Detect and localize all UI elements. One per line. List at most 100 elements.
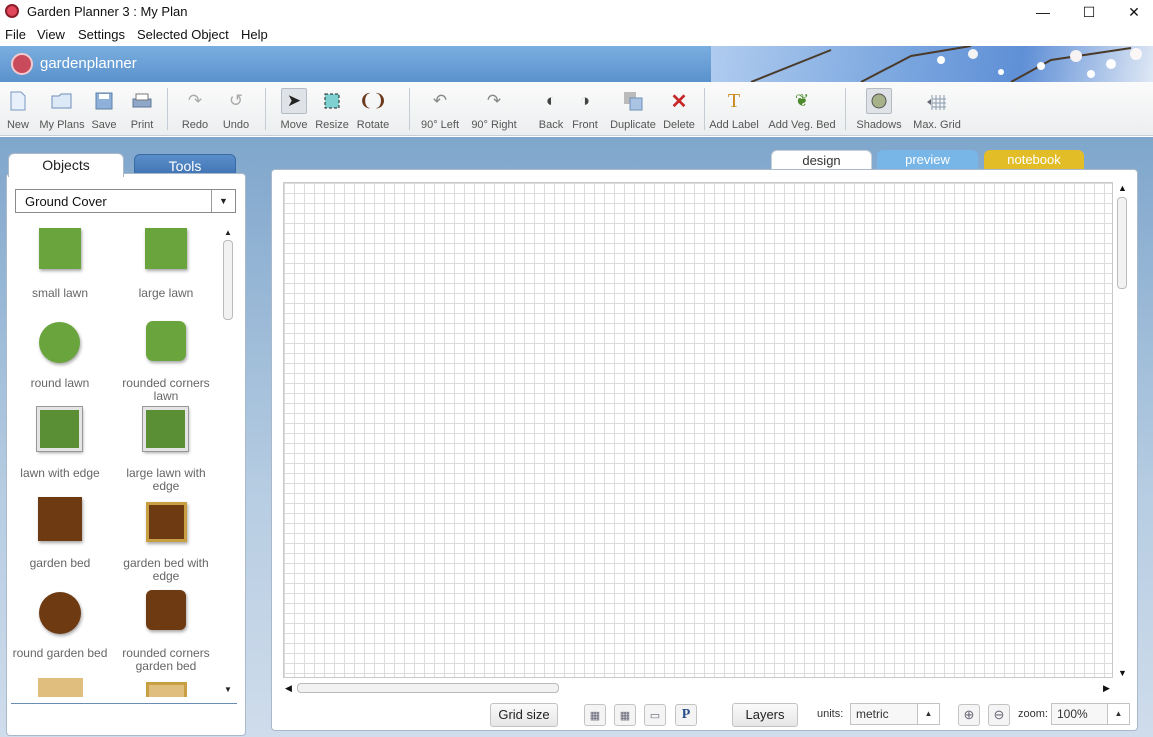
small-lawn-thumbnail — [39, 228, 81, 269]
units-select[interactable]: metric ▲ — [850, 703, 940, 725]
delete-button[interactable]: ✕ Delete — [661, 82, 697, 136]
tab-design[interactable]: design — [771, 150, 872, 170]
grid-size-button[interactable]: Grid size — [490, 703, 558, 727]
object-label: rounded corners lawn — [122, 376, 210, 403]
my-plans-label: My Plans — [39, 119, 85, 131]
canvas-horizontal-scrollbar[interactable]: ◀ ▶ — [285, 682, 1113, 694]
category-select[interactable]: Ground Cover ▼ — [15, 189, 236, 213]
scroll-left-icon[interactable]: ◀ — [285, 683, 292, 694]
object-label: large lawn — [138, 286, 194, 300]
horizontal-scroll-thumb[interactable] — [297, 683, 559, 693]
delete-label: Delete — [663, 119, 695, 131]
shadows-toggle[interactable]: Shadows — [853, 82, 905, 136]
redo-button[interactable]: ↷ Redo — [178, 82, 212, 136]
rotate-90-right-button[interactable]: ↷ 90° Right — [470, 82, 518, 136]
menu-view[interactable]: View — [37, 27, 65, 42]
move-label: Move — [280, 119, 308, 131]
scroll-thumb[interactable] — [223, 240, 233, 320]
units-label: units: — [817, 708, 844, 720]
my-plans-button[interactable]: My Plans — [37, 82, 87, 136]
tab-objects[interactable]: Objects — [8, 153, 124, 177]
object-list-scrollbar[interactable]: ▲ ▼ — [221, 228, 235, 698]
minimize-button[interactable]: — — [1020, 0, 1066, 24]
scroll-up-icon[interactable]: ▲ — [221, 228, 235, 240]
menu-selected-object[interactable]: Selected Object — [137, 27, 229, 42]
menu-settings[interactable]: Settings — [78, 27, 125, 42]
vertical-scroll-thumb[interactable] — [1117, 197, 1127, 289]
zoom-in-icon[interactable]: ⊕ — [958, 704, 980, 726]
add-veg-bed-label: Add Veg. Bed — [768, 119, 836, 131]
p-toggle-icon[interactable]: P — [675, 704, 697, 726]
object-partial-item[interactable] — [10, 674, 110, 697]
object-rounded-corners-garden-bed[interactable]: rounded corners garden bed — [116, 584, 216, 673]
tab-notebook[interactable]: notebook — [984, 150, 1084, 170]
resize-tool-button[interactable]: Resize — [314, 82, 350, 136]
maximize-button[interactable]: ☐ — [1066, 0, 1112, 24]
blossom-header-image — [711, 46, 1153, 82]
layers-button[interactable]: Layers — [732, 703, 798, 727]
object-partial-item[interactable] — [116, 674, 216, 697]
zoom-dropdown-arrow-icon[interactable]: ▲ — [1107, 704, 1129, 724]
object-label: large lawn with edge — [126, 466, 206, 493]
round-lawn-thumbnail — [39, 322, 80, 363]
brand-bar: gardenplanner — [0, 46, 1153, 82]
scroll-right-icon[interactable]: ▶ — [1103, 683, 1110, 694]
new-document-icon — [7, 90, 29, 112]
dropdown-arrow-icon[interactable]: ▼ — [211, 190, 235, 212]
menu-help[interactable]: Help — [241, 27, 268, 42]
object-small-lawn[interactable]: small lawn — [10, 222, 110, 302]
save-label: Save — [91, 119, 117, 131]
object-garden-bed-with-edge[interactable]: garden bed with edge — [116, 494, 216, 583]
max-grid-button[interactable]: Max. Grid — [911, 82, 963, 136]
close-button[interactable]: ✕ — [1111, 0, 1153, 24]
new-button[interactable]: New — [2, 82, 34, 136]
object-lawn-with-edge[interactable]: lawn with edge — [10, 404, 110, 492]
scroll-down-icon[interactable]: ▼ — [221, 685, 235, 697]
object-round-lawn[interactable]: round lawn — [10, 314, 110, 402]
rotate-90-right-label: 90° Right — [471, 119, 517, 131]
move-tool-button[interactable]: ➤ Move — [278, 82, 310, 136]
canvas-vertical-scrollbar[interactable]: ▲ ▼ — [1116, 183, 1128, 680]
object-round-garden-bed[interactable]: round garden bed — [10, 584, 110, 672]
add-label-label: Add Label — [709, 119, 759, 131]
show-grid-icon[interactable]: ▦ — [614, 704, 636, 726]
duplicate-label: Duplicate — [610, 119, 656, 131]
snap-to-grid-icon[interactable]: ▦ — [584, 704, 606, 726]
category-value: Ground Cover — [25, 194, 107, 209]
object-large-lawn-with-edge[interactable]: large lawn with edge — [116, 404, 216, 493]
vegetable-bed-icon: ❦ — [794, 91, 810, 110]
bring-front-button[interactable]: ◑ Front — [570, 82, 600, 136]
window-title: Garden Planner 3 : My Plan — [27, 4, 188, 19]
save-button[interactable]: Save — [89, 82, 119, 136]
print-button[interactable]: Print — [126, 82, 158, 136]
zoom-select[interactable]: 100% ▲ — [1051, 703, 1130, 725]
rotate-90-left-label: 90° Left — [420, 119, 460, 131]
zoom-label: zoom: — [1018, 708, 1048, 720]
lawn-with-edge-thumbnail — [36, 406, 83, 452]
object-rounded-corners-lawn[interactable]: rounded corners lawn — [116, 314, 216, 403]
panel-divider — [11, 703, 237, 704]
scroll-down-icon[interactable]: ▼ — [1118, 668, 1127, 678]
undo-button[interactable]: ↺ Undo — [219, 82, 253, 136]
object-label: lawn with edge — [20, 466, 100, 480]
add-label-button[interactable]: T Add Label — [707, 82, 761, 136]
send-back-button[interactable]: ◐ Back — [536, 82, 566, 136]
zoom-value: 100% — [1057, 707, 1088, 721]
rotate-tool-button[interactable]: ❨❩ Rotate — [355, 82, 391, 136]
zoom-out-icon[interactable]: ⊖ — [988, 704, 1010, 726]
resize-label: Resize — [315, 119, 349, 131]
ruler-icon[interactable]: ▭ — [644, 704, 666, 726]
tab-preview[interactable]: preview — [877, 150, 978, 170]
object-label: rounded corners garden bed — [122, 646, 210, 673]
object-garden-bed[interactable]: garden bed — [10, 494, 110, 582]
design-grid-canvas[interactable] — [283, 182, 1113, 678]
duplicate-icon — [622, 90, 644, 112]
rotate-90-left-button[interactable]: ↶ 90° Left — [419, 82, 461, 136]
garden-bed-with-edge-thumbnail — [146, 502, 187, 542]
scroll-up-icon[interactable]: ▲ — [1118, 183, 1127, 193]
duplicate-button[interactable]: Duplicate — [608, 82, 658, 136]
units-dropdown-arrow-icon[interactable]: ▲ — [917, 704, 939, 724]
add-veg-bed-button[interactable]: ❦ Add Veg. Bed — [766, 82, 838, 136]
menu-file[interactable]: File — [5, 27, 26, 42]
object-large-lawn[interactable]: large lawn — [116, 222, 216, 302]
